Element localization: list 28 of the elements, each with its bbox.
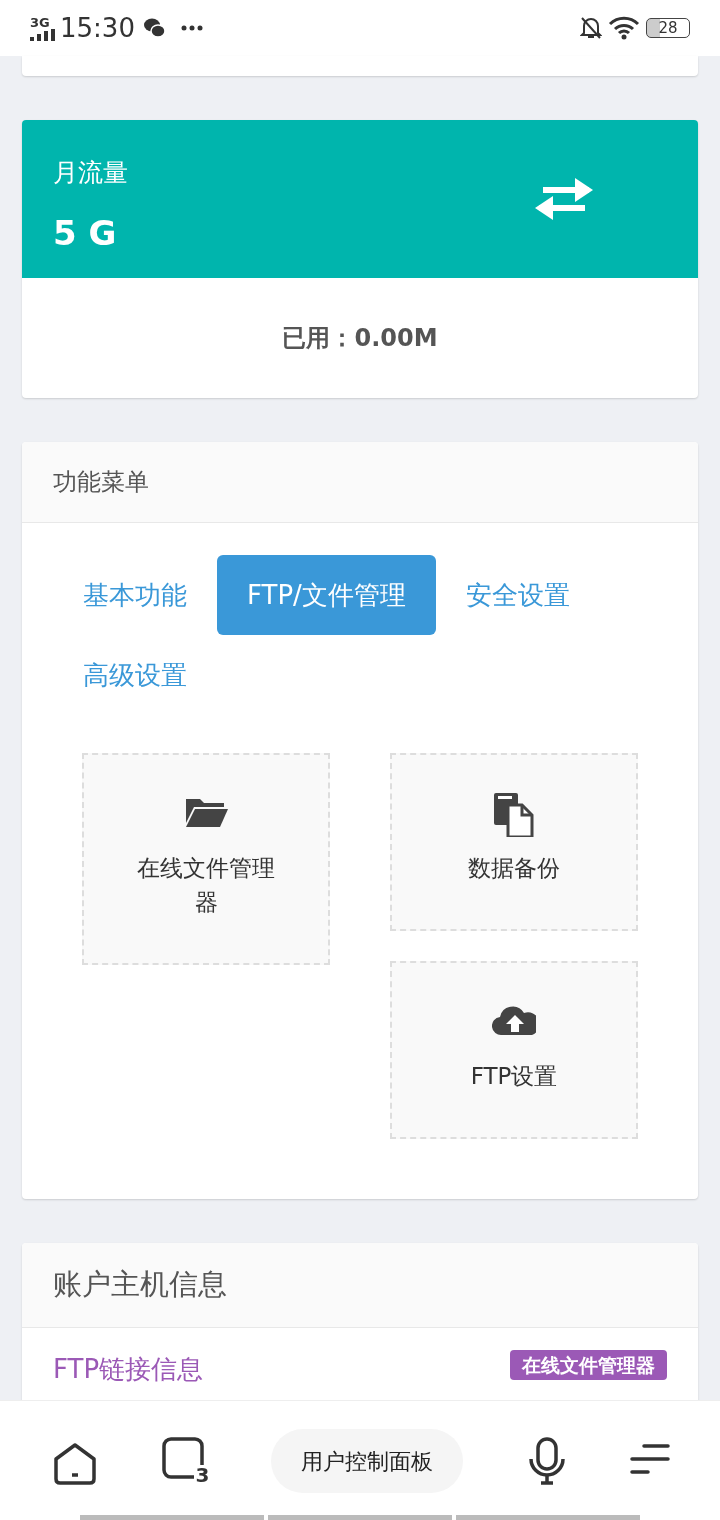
menu-tile[interactable]: FTP设置 <box>390 961 638 1139</box>
document-copy-icon <box>492 793 536 837</box>
tab-count: 3 <box>193 1465 210 1485</box>
card-header: 账户主机信息 <box>22 1243 698 1328</box>
mute-bell-icon <box>580 16 602 40</box>
menu-icon[interactable] <box>630 1443 670 1475</box>
network-label: 3G <box>30 15 51 29</box>
card-header: 功能菜单 <box>22 442 698 523</box>
wifi-icon <box>608 16 640 40</box>
tag-badge: 在线文件管理器 <box>510 1350 667 1380</box>
menu-tile[interactable]: 数据备份 <box>390 753 638 931</box>
more-icon <box>180 25 203 31</box>
traffic-title: 月流量 <box>53 157 128 189</box>
tile-label: FTP设置 <box>470 1063 558 1089</box>
signal-icon <box>30 28 56 41</box>
section-title: FTP链接信息 <box>53 1353 204 1386</box>
menu-tile[interactable]: 在线文件管理器 <box>82 753 330 965</box>
tile-label: 数据备份 <box>468 855 560 881</box>
status-time: 15:30 <box>60 11 135 45</box>
battery-indicator: 28 <box>646 18 690 38</box>
traffic-value: 5 G <box>53 211 118 255</box>
tile-label: 在线文件管理器 <box>137 855 275 915</box>
traffic-used: 已用：0.00M <box>281 323 439 354</box>
microphone-icon[interactable] <box>526 1437 567 1485</box>
home-icon[interactable] <box>52 1441 98 1487</box>
control-panel-button[interactable]: 用户控制面板 <box>271 1429 463 1493</box>
chat-icon <box>142 16 167 40</box>
swap-arrows-icon <box>535 178 593 220</box>
